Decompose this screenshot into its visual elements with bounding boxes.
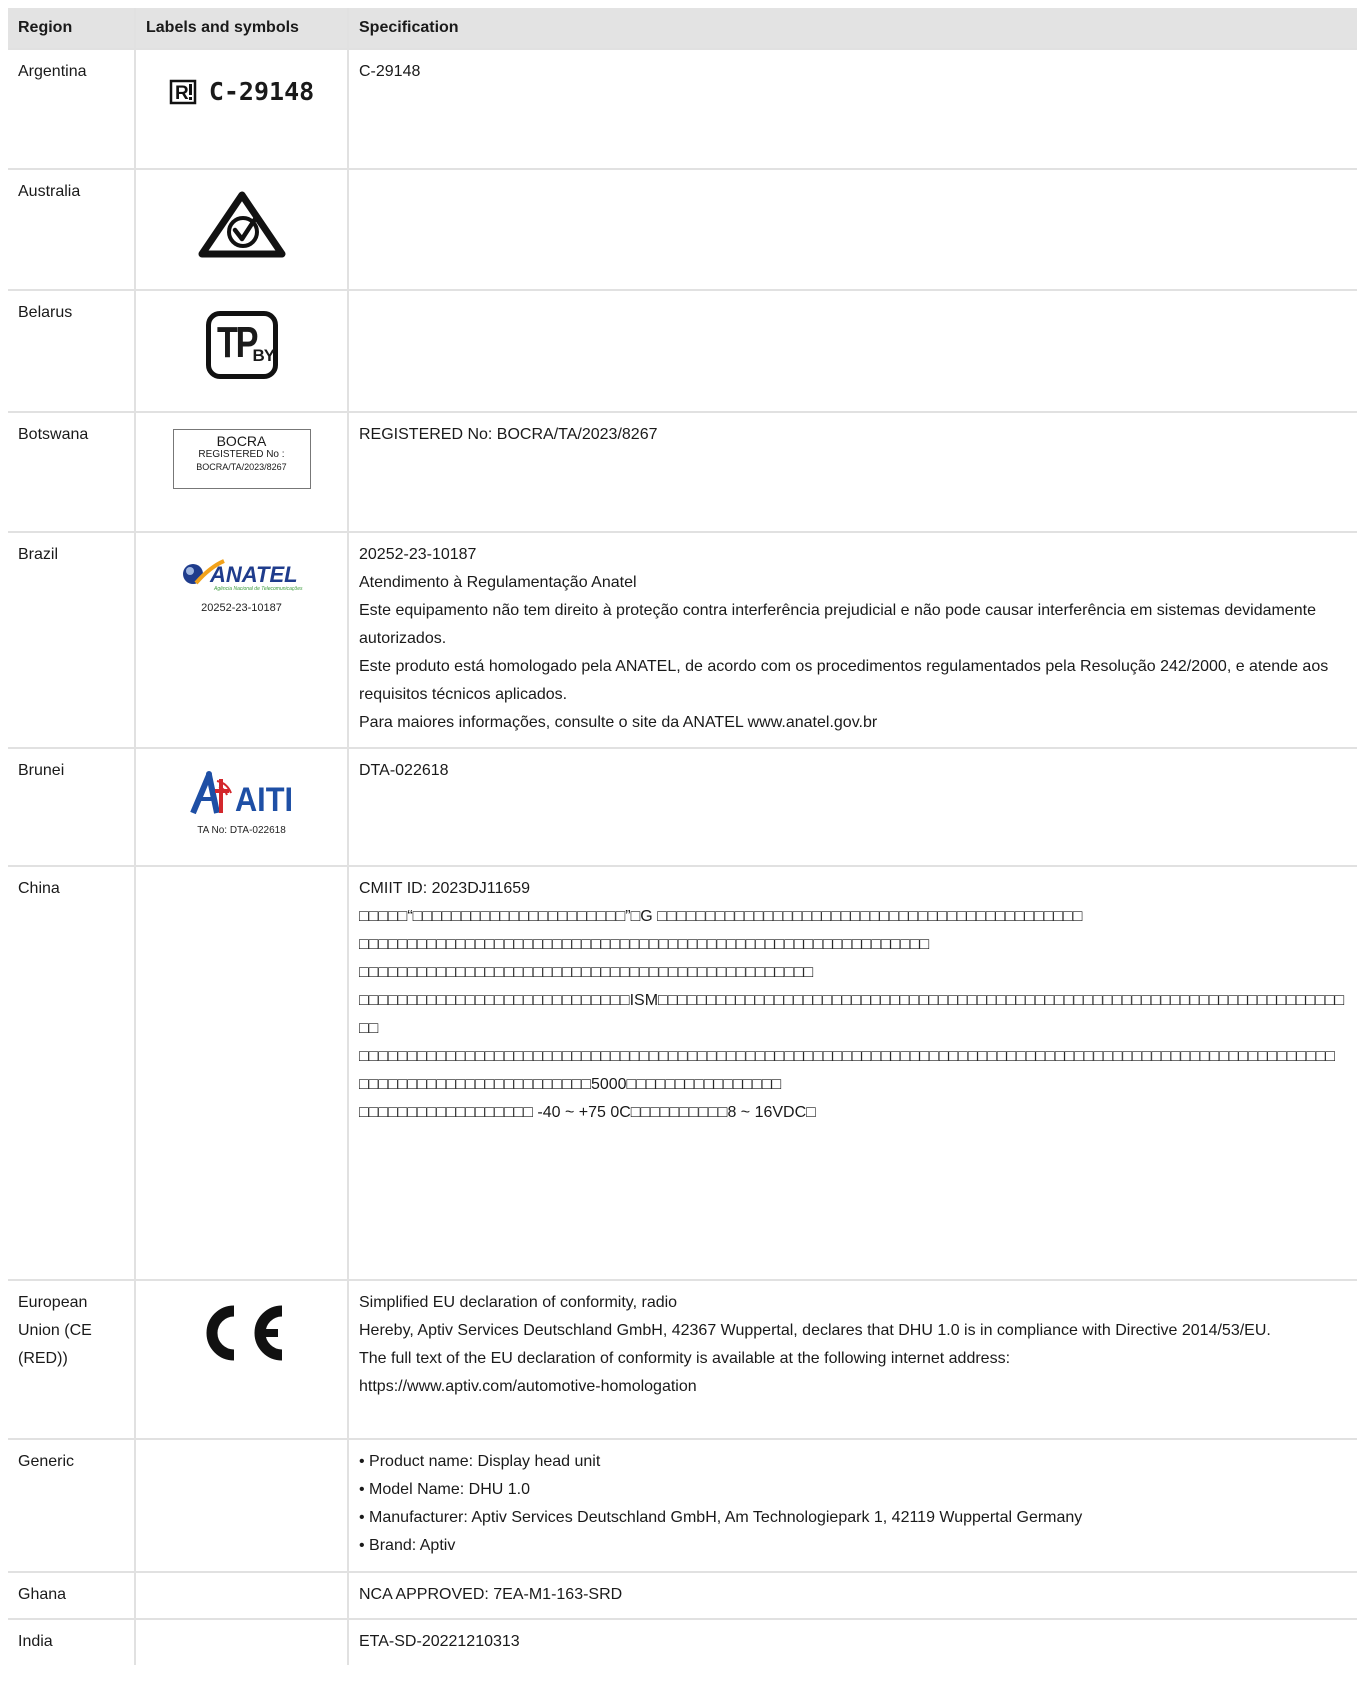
spec-line: □□□□□□□□□□□□□□□□□□□□□□□□□□□□□□□□□□□□□□□□… [359,964,814,981]
spec-line: Hereby, Aptiv Services Deutschland GmbH,… [359,1322,1271,1339]
table-row: Ghana NCA APPROVED: 7EA-M1-163-SRD [8,1571,1357,1619]
spec-line: REGISTERED No: BOCRA/TA/2023/8267 [359,426,658,443]
table-row: India ETA-SD-20221210313 [8,1618,1357,1665]
aiti-emblem-icon: AITI [189,771,293,819]
spec-line: □□□□□□□□□□□□□□□□□□□□□□□□□□□□□□□□□□□□□□□□… [359,936,930,953]
spec-line: NCA APPROVED: 7EA-M1-163-SRD [359,1586,623,1603]
table-row: China CMIIT ID: 2023DJ11659 □□□□□“□□□□□□… [8,865,1357,1280]
region-cell: Ghana [18,1586,67,1603]
spec-line: □□□□□□□□□□□□□□□□□□ -40 ~ +75 0C□□□□□□□□□… [359,1104,816,1121]
spec-line: C-29148 [359,63,421,80]
spec-line: Este equipamento não tem direito à prote… [359,602,1316,647]
regulatory-table: Region Labels and symbols Specification … [8,8,1357,1665]
spec-line: • Product name: Display head unit [359,1453,601,1470]
spec-line: • Model Name: DHU 1.0 [359,1481,530,1498]
tp-text: TP [216,318,259,367]
table-row: Argentina R C-29148 C-29148 [8,48,1357,169]
tp-by-mark: TP BY [205,311,278,379]
aiti-logo: AITI TA No: DTA-022618 [187,769,297,837]
argentina-mark-text: C-29148 [208,77,315,106]
region-cell: Brazil [18,546,59,563]
spec-line: The full text of the EU declaration of c… [359,1350,1011,1367]
header-region: Region [8,8,135,49]
page: Region Labels and symbols Specification … [0,0,1357,1685]
region-cell: Belarus [18,304,73,321]
region-cell: India [18,1633,53,1650]
header-labels: Labels and symbols [134,8,348,49]
bocra-number: BOCRA/TA/2023/8267 [196,462,287,472]
table-row: Botswana BOCRA REGISTERED No : BOCRA/TA/… [8,411,1357,532]
spec-line: □□□□□□□□□□□□□□□□□□□□□□□□□□□□□□□□□□□□□□□□… [359,1048,1336,1065]
region-cell: Botswana [18,426,89,443]
aiti-number: TA No: DTA-022618 [197,825,286,836]
spec-line: Este produto está homologado pela ANATEL… [359,658,1329,703]
registered-r-icon: R [169,79,197,105]
argentina-mark: R C-29148 [169,78,314,106]
spec-line: https://www.aptiv.com/automotive-homolog… [359,1378,697,1395]
svg-text:AITI: AITI [235,781,293,815]
header-spec: Specification [347,8,1357,49]
region-cell: Generic [18,1453,75,1470]
region-cell: Australia [18,183,81,200]
spec-line: □□□□□□□□□□□□□□□□□□□□□□□□□□□□ISM□□□□□□□□□… [359,992,1345,1037]
anatel-emblem-icon: ANATEL Agência Nacional de Telecomunicaç… [182,559,303,592]
spec-line: • Manufacturer: Aptiv Services Deutschla… [359,1509,1083,1526]
bocra-title: BOCRA [216,433,267,449]
by-text: BY [252,346,276,365]
region-cell: Brunei [18,762,65,779]
region-cell: European Union (CE (RED)) [18,1294,92,1367]
table-row: Generic • Product name: Display head uni… [8,1438,1357,1572]
spec-line: • Brand: Aptiv [359,1537,456,1554]
spec-line: DTA-022618 [359,762,449,779]
table-row: Australia [8,168,1357,290]
spec-line: Simplified EU declaration of conformity,… [359,1294,678,1311]
table-row: Brunei AITI TA No: DTA-022618 DTA-022618 [8,747,1357,866]
table-row: European Union (CE (RED)) Simplified EU … [8,1279,1357,1439]
anatel-number: 20252-23-10187 [201,602,282,614]
anatel-logo: ANATEL Agência Nacional de Telecomunicaç… [180,557,304,615]
table-header-row: Region Labels and symbols Specification [8,8,1357,49]
spec-line: CMIIT ID: 2023DJ11659 [359,880,531,897]
spec-line: □□□□□□□□□□□□□□□□□□□□□□□□5000□□□□□□□□□□□□… [359,1076,782,1093]
spec-line: Para maiores informações, consulte o sit… [359,714,878,731]
spec-line: □□□□□“□□□□□□□□□□□□□□□□□□□□□□”□G □□□□□□□□… [359,908,1083,925]
table-row: Brazil ANATEL Agência Nacional de Teleco… [8,531,1357,748]
bocra-label-box: BOCRA REGISTERED No : BOCRA/TA/2023/8267 [172,429,311,489]
ce-mark-icon [206,1305,282,1361]
region-cell: Argentina [18,63,87,80]
spec-line: Atendimento à Regulamentação Anatel [359,574,637,591]
rcm-compliance-icon [198,191,285,258]
table-row: Belarus TP BY [8,289,1357,412]
spec-line: 20252-23-10187 [359,546,477,563]
svg-text:ANATEL: ANATEL [209,562,298,587]
bocra-registered: REGISTERED No : [198,449,285,460]
region-cell: China [18,880,60,897]
spec-line: ETA-SD-20221210313 [359,1633,520,1650]
svg-text:R: R [175,83,189,104]
svg-text:Agência Nacional de Telecomuni: Agência Nacional de Telecomunicações [213,586,303,591]
